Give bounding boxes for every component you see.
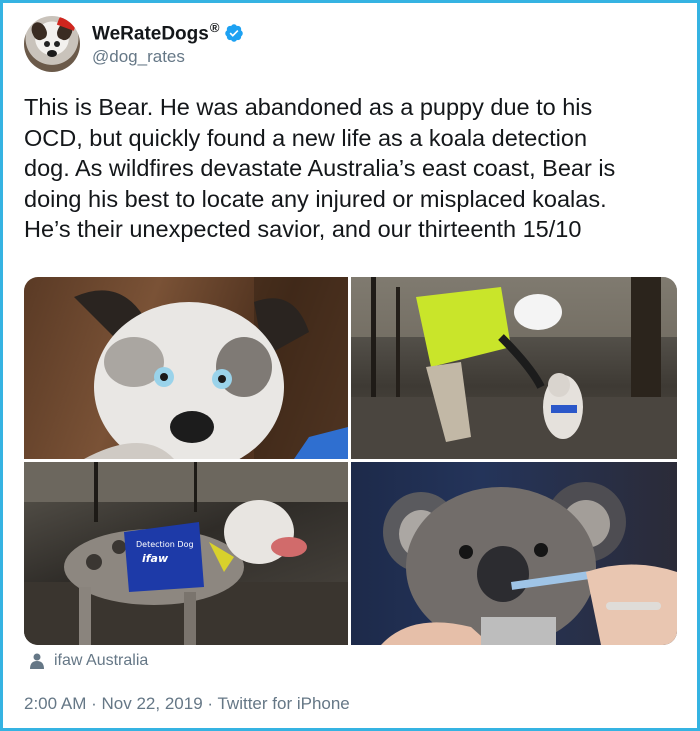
account-handle[interactable]: @dog_rates [92, 47, 185, 67]
avatar-nose [47, 50, 57, 57]
display-name-text: WeRateDogs [92, 23, 209, 45]
display-name[interactable]: WeRateDogs® [92, 20, 219, 45]
svg-text:Detection Dog: Detection Dog [136, 540, 194, 549]
tweet-time[interactable]: 2:00 AM [24, 694, 86, 713]
koala-illustration [381, 482, 677, 645]
avatar[interactable] [24, 16, 80, 72]
person-icon [30, 653, 44, 669]
tweet-metadata: 2:00 AM · Nov 22, 2019 · Twitter for iPh… [24, 694, 350, 714]
dog-in-vest-illustration: Detection Dog ifaw [24, 462, 348, 645]
avatar-eye-right [54, 41, 60, 47]
photo-dog-in-vest[interactable]: Detection Dog ifaw [24, 462, 348, 645]
tweet-date[interactable]: Nov 22, 2019 [102, 694, 203, 713]
dog-closeup-illustration [74, 277, 348, 459]
photo-credit-text: ifaw Australia [54, 652, 149, 669]
tweet-header: WeRateDogs® @dog_rates [24, 16, 664, 74]
avatar-eye-left [44, 41, 50, 47]
tweet-source[interactable]: Twitter for iPhone [217, 694, 349, 713]
photo-dog-closeup[interactable] [24, 277, 348, 459]
handler-illustration [351, 277, 677, 459]
tweet-text: This is Bear. He was abandoned as a pupp… [24, 94, 616, 242]
avatar-ear-left [28, 19, 50, 43]
photo-credit[interactable]: ifaw Australia [30, 652, 148, 670]
meta-separator: · [207, 694, 214, 713]
meta-separator: · [91, 694, 97, 713]
media-grid[interactable]: Detection Dog ifaw [24, 277, 677, 645]
photo-handler-with-dog[interactable] [351, 277, 677, 459]
registered-mark: ® [209, 20, 220, 35]
name-row: WeRateDogs® [92, 20, 244, 45]
verified-badge-icon [225, 23, 244, 42]
svg-text:ifaw: ifaw [142, 552, 169, 565]
photo-koala-drinking[interactable] [351, 462, 677, 645]
